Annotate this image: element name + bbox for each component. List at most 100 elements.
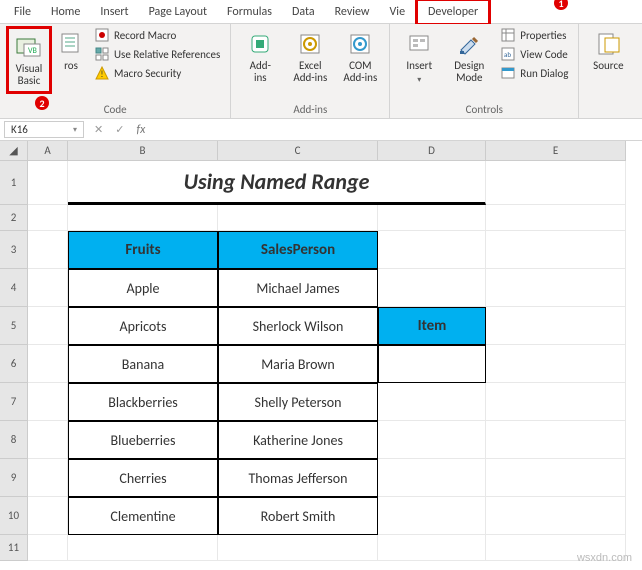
table-cell[interactable]: Blackberries bbox=[68, 383, 218, 421]
cell[interactable] bbox=[28, 307, 68, 345]
relative-refs-button[interactable]: Use Relative References bbox=[90, 45, 224, 63]
cell[interactable] bbox=[486, 307, 626, 345]
visual-basic-button[interactable]: VB Visual Basic bbox=[6, 26, 52, 94]
row-header[interactable]: 4 bbox=[0, 269, 28, 307]
tab-home[interactable]: Home bbox=[41, 2, 90, 22]
insert-control-button[interactable]: Insert ▾ bbox=[396, 26, 442, 90]
table-header-salesperson[interactable]: SalesPerson bbox=[218, 231, 378, 269]
col-header-c[interactable]: C bbox=[218, 141, 378, 161]
worksheet-grid[interactable]: ◢ A B C D E 1 Using Named Range 2 3 Frui… bbox=[0, 141, 642, 561]
cell[interactable] bbox=[28, 535, 68, 561]
cell[interactable] bbox=[486, 161, 626, 205]
cell[interactable] bbox=[28, 421, 68, 459]
tab-view[interactable]: Vie bbox=[380, 2, 416, 22]
table-cell[interactable]: Michael James bbox=[218, 269, 378, 307]
col-header-a[interactable]: A bbox=[28, 141, 68, 161]
table-cell[interactable]: Banana bbox=[68, 345, 218, 383]
design-mode-button[interactable]: Design Mode bbox=[446, 26, 492, 88]
tab-data[interactable]: Data bbox=[282, 2, 325, 22]
source-button[interactable]: Source bbox=[585, 26, 631, 76]
view-code-button[interactable]: ab View Code bbox=[496, 45, 572, 63]
tab-formulas[interactable]: Formulas bbox=[217, 2, 282, 22]
group-addins: Add- ins Excel Add-ins COM Add-ins Add-i… bbox=[231, 24, 390, 118]
cell[interactable] bbox=[28, 497, 68, 535]
cell[interactable] bbox=[486, 231, 626, 269]
tab-file[interactable]: File bbox=[4, 2, 41, 22]
cell[interactable] bbox=[28, 459, 68, 497]
enter-icon[interactable]: ✓ bbox=[109, 123, 130, 136]
table-cell[interactable]: Robert Smith bbox=[218, 497, 378, 535]
run-dialog-button[interactable]: Run Dialog bbox=[496, 64, 572, 82]
tab-developer[interactable]: Developer bbox=[415, 0, 491, 26]
row-header[interactable]: 9 bbox=[0, 459, 28, 497]
row-header[interactable]: 6 bbox=[0, 345, 28, 383]
formula-bar[interactable] bbox=[151, 121, 642, 139]
row-header[interactable]: 3 bbox=[0, 231, 28, 269]
excel-addins-button[interactable]: Excel Add-ins bbox=[287, 26, 333, 88]
addins-button[interactable]: Add- ins bbox=[237, 26, 283, 88]
cell[interactable] bbox=[378, 497, 486, 535]
side-header-item[interactable]: Item bbox=[378, 307, 486, 345]
col-header-b[interactable]: B bbox=[68, 141, 218, 161]
title-cell[interactable]: Using Named Range bbox=[68, 161, 486, 205]
cell[interactable] bbox=[378, 205, 486, 231]
table-cell[interactable]: Cherries bbox=[68, 459, 218, 497]
table-cell[interactable]: Thomas Jefferson bbox=[218, 459, 378, 497]
table-cell[interactable]: Katherine Jones bbox=[218, 421, 378, 459]
row-header[interactable]: 5 bbox=[0, 307, 28, 345]
cancel-icon[interactable]: ✕ bbox=[88, 123, 109, 136]
cell[interactable] bbox=[486, 345, 626, 383]
table-cell[interactable]: Apple bbox=[68, 269, 218, 307]
row-header[interactable]: 11 bbox=[0, 535, 28, 561]
cell[interactable] bbox=[486, 269, 626, 307]
cell[interactable] bbox=[378, 459, 486, 497]
table-cell[interactable]: Sherlock Wilson bbox=[218, 307, 378, 345]
col-header-d[interactable]: D bbox=[378, 141, 486, 161]
cell[interactable] bbox=[486, 459, 626, 497]
row-header[interactable]: 7 bbox=[0, 383, 28, 421]
tab-page-layout[interactable]: Page Layout bbox=[139, 2, 217, 22]
cell[interactable] bbox=[218, 205, 378, 231]
cell[interactable] bbox=[28, 205, 68, 231]
cell[interactable] bbox=[68, 205, 218, 231]
com-addins-button[interactable]: COM Add-ins bbox=[337, 26, 383, 88]
cell[interactable] bbox=[68, 535, 218, 561]
tab-review[interactable]: Review bbox=[325, 2, 380, 22]
macros-button[interactable]: ros bbox=[56, 26, 86, 76]
cell[interactable] bbox=[28, 383, 68, 421]
row-header[interactable]: 10 bbox=[0, 497, 28, 535]
table-cell[interactable]: Clementine bbox=[68, 497, 218, 535]
properties-button[interactable]: Properties bbox=[496, 26, 572, 44]
row-header[interactable]: 2 bbox=[0, 205, 28, 231]
cell[interactable] bbox=[378, 383, 486, 421]
record-macro-button[interactable]: Record Macro bbox=[90, 26, 224, 44]
tab-insert[interactable]: Insert bbox=[90, 2, 138, 22]
table-cell[interactable]: Apricots bbox=[68, 307, 218, 345]
cell[interactable] bbox=[486, 383, 626, 421]
chevron-down-icon[interactable]: ▾ bbox=[73, 125, 77, 135]
fx-icon[interactable]: fx bbox=[130, 123, 151, 137]
name-box[interactable]: K16 ▾ bbox=[4, 121, 84, 138]
table-header-fruits[interactable]: Fruits bbox=[68, 231, 218, 269]
cell[interactable] bbox=[378, 535, 486, 561]
cell[interactable] bbox=[486, 497, 626, 535]
cell[interactable] bbox=[28, 231, 68, 269]
row-header[interactable]: 8 bbox=[0, 421, 28, 459]
cell[interactable] bbox=[28, 161, 68, 205]
row-header[interactable]: 1 bbox=[0, 161, 28, 205]
table-cell[interactable]: Maria Brown bbox=[218, 345, 378, 383]
cell[interactable] bbox=[28, 269, 68, 307]
table-cell[interactable]: Blueberries bbox=[68, 421, 218, 459]
cell[interactable] bbox=[378, 231, 486, 269]
select-all-corner[interactable]: ◢ bbox=[0, 141, 28, 161]
cell[interactable] bbox=[378, 345, 486, 383]
cell[interactable] bbox=[218, 535, 378, 561]
col-header-e[interactable]: E bbox=[486, 141, 626, 161]
cell[interactable] bbox=[378, 421, 486, 459]
cell[interactable] bbox=[486, 421, 626, 459]
cell[interactable] bbox=[486, 205, 626, 231]
cell[interactable] bbox=[378, 269, 486, 307]
cell[interactable] bbox=[28, 345, 68, 383]
macro-security-button[interactable]: ! Macro Security bbox=[90, 64, 224, 82]
table-cell[interactable]: Shelly Peterson bbox=[218, 383, 378, 421]
